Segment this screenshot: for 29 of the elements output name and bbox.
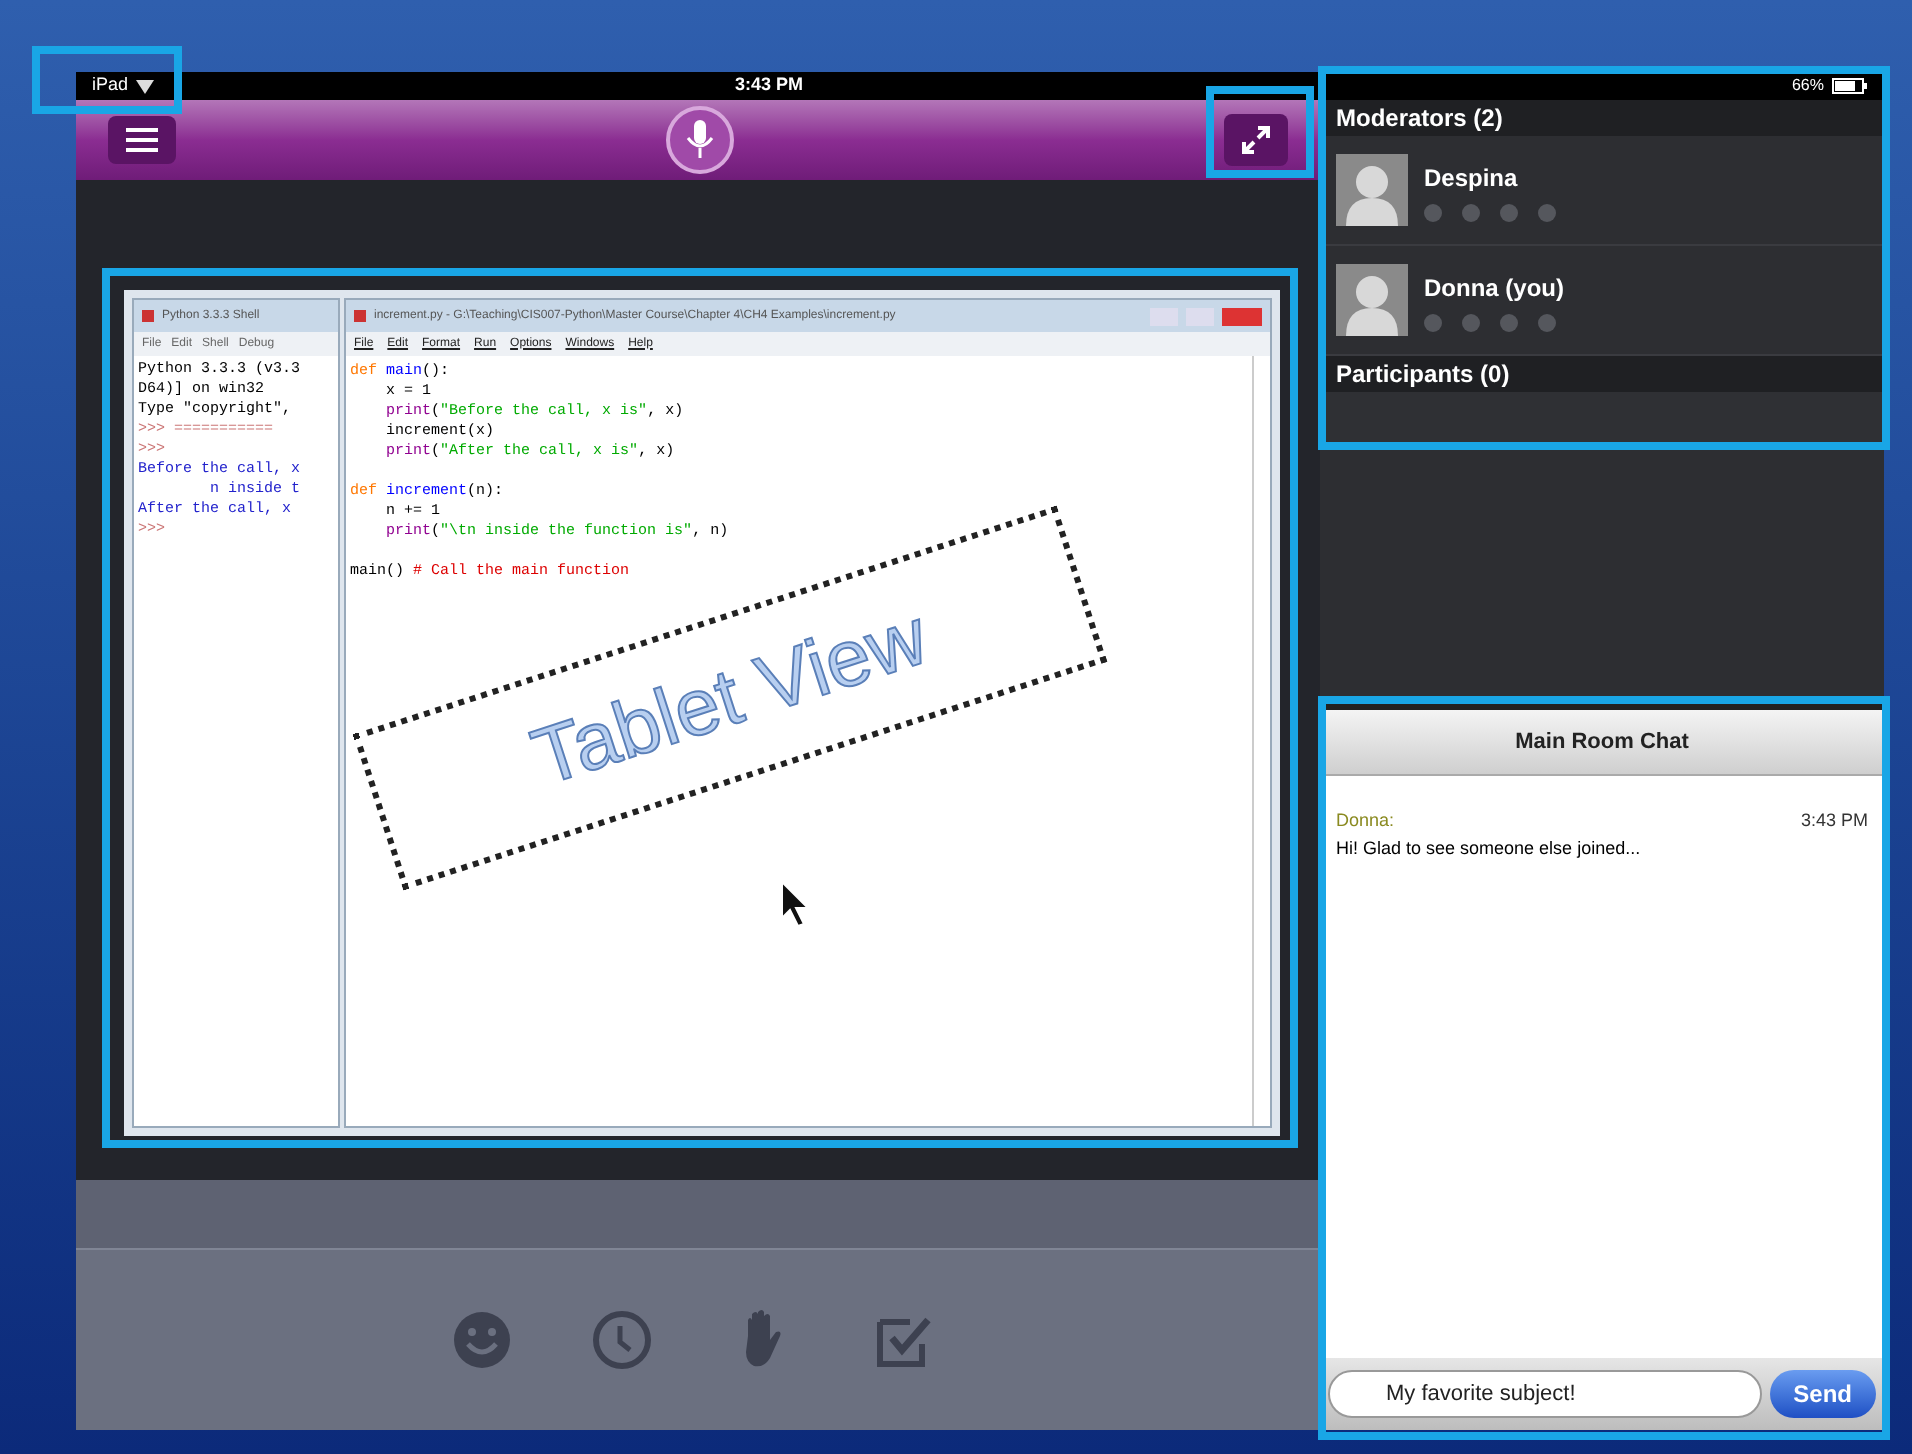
avatar xyxy=(1336,154,1408,226)
message-author: Donna: xyxy=(1336,808,1395,834)
attendee-name: Despina xyxy=(1424,161,1520,195)
section-header: Participants (0) xyxy=(1336,358,1510,392)
battery-icon xyxy=(1832,78,1868,94)
message-text: Hi! Glad to see someone else joined... xyxy=(1336,835,1643,862)
message-time: 3:43 PM xyxy=(1800,808,1868,834)
avatar xyxy=(1336,264,1408,336)
chat-title: Main Room Chat xyxy=(1515,727,1689,758)
menu-button[interactable] xyxy=(108,116,176,164)
attendee-name: Donna (you) xyxy=(1424,271,1564,305)
expand-button[interactable] xyxy=(1224,114,1288,166)
expand-arrows-icon xyxy=(1240,124,1272,156)
smiley-icon[interactable] xyxy=(450,1308,514,1372)
wifi-icon xyxy=(136,79,155,93)
highlight-frame xyxy=(1206,86,1314,178)
section-header: Moderators (2) xyxy=(1336,102,1503,136)
clock-time: 3:43 PM xyxy=(735,72,804,99)
microphone-icon xyxy=(686,120,714,160)
microphone-button[interactable] xyxy=(666,106,734,174)
chat-input[interactable]: My favorite subject! xyxy=(1328,1370,1762,1418)
annotation-text: Tablet View xyxy=(520,591,940,807)
battery-percentage: 66% xyxy=(1791,74,1824,98)
python-icon xyxy=(142,310,154,322)
mouse-cursor-icon xyxy=(780,880,812,928)
send-button[interactable]: Send xyxy=(1769,1370,1876,1418)
python-icon xyxy=(354,310,366,322)
close-button[interactable] xyxy=(1222,307,1262,325)
device-label: iPad xyxy=(92,72,129,99)
